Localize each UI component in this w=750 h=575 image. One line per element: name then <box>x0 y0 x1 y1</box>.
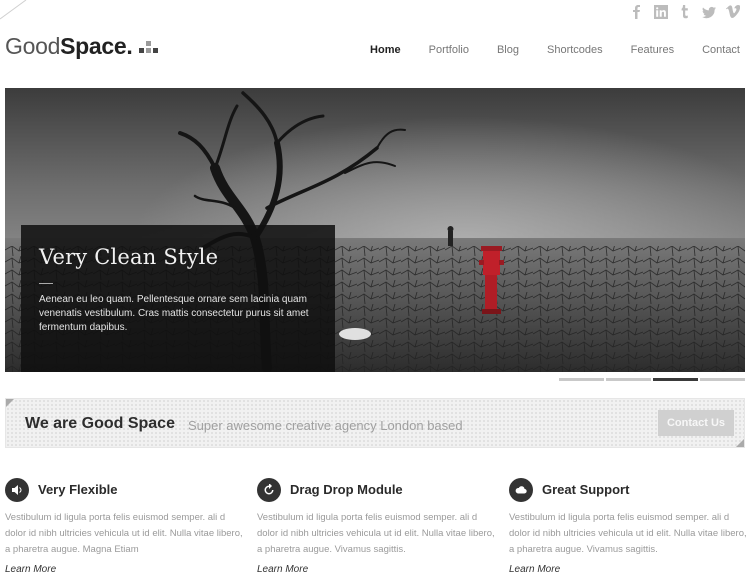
slider-dot-2[interactable] <box>606 378 651 381</box>
feature-title: Drag Drop Module <box>290 482 403 497</box>
banner-title: We are Good Space <box>25 415 175 432</box>
speaker-icon <box>5 477 29 502</box>
facebook-icon[interactable] <box>630 5 644 19</box>
logo[interactable]: Good Space. <box>5 33 159 60</box>
nav-item-shortcodes[interactable]: Shortcodes <box>533 44 617 56</box>
nav-item-portfolio[interactable]: Portfolio <box>415 44 483 56</box>
feature-title: Very Flexible <box>38 482 118 497</box>
slide-caption-text: Aenean eu leo quam. Pellentesque ornare … <box>39 294 309 333</box>
contact-us-button[interactable]: Contact Us <box>658 410 734 436</box>
features-section: Very Flexible Vestibulum id ligula porta… <box>5 477 747 575</box>
refresh-icon <box>257 477 281 502</box>
feature-title: Great Support <box>542 482 630 497</box>
feature-drag-drop-module: Drag Drop Module Vestibulum id ligula po… <box>257 477 509 575</box>
feature-text: Vestibulum id ligula porta felis euismod… <box>509 512 747 555</box>
learn-more-link[interactable]: Learn More <box>5 564 245 575</box>
slide-caption: Very Clean Style Aenean eu leo quam. Pel… <box>21 225 335 372</box>
slider-dot-1[interactable] <box>559 378 604 381</box>
feature-great-support: Great Support Vestibulum id ligula porta… <box>509 477 750 575</box>
slide-caption-title: Very Clean Style <box>39 245 219 269</box>
intro-banner: We are Good Space Super awesome creative… <box>5 398 745 448</box>
social-links <box>630 5 740 19</box>
feature-text: Vestibulum id ligula porta felis euismod… <box>5 512 243 555</box>
nav-item-home[interactable]: Home <box>356 44 415 56</box>
linkedin-icon[interactable] <box>654 5 668 19</box>
feature-very-flexible: Very Flexible Vestibulum id ligula porta… <box>5 477 257 575</box>
learn-more-link[interactable]: Learn More <box>509 564 749 575</box>
nav-item-contact[interactable]: Contact <box>688 44 740 56</box>
logo-squares-icon <box>139 40 159 53</box>
slider-pagination <box>559 378 745 381</box>
cloud-icon <box>509 477 533 502</box>
main-nav: Home Portfolio Blog Shortcodes Features … <box>356 44 740 56</box>
nav-item-features[interactable]: Features <box>617 44 688 56</box>
caption-divider <box>39 283 53 284</box>
logo-text-light: Good <box>5 33 61 59</box>
hero-slider[interactable]: Very Clean Style Aenean eu leo quam. Pel… <box>5 88 745 372</box>
slider-dot-3[interactable] <box>653 378 698 381</box>
tumblr-icon[interactable] <box>678 5 692 19</box>
nav-item-blog[interactable]: Blog <box>483 44 533 56</box>
slider-dot-4[interactable] <box>700 378 745 381</box>
banner-corner-decoration <box>6 399 14 407</box>
twitter-icon[interactable] <box>702 5 716 19</box>
logo-text-bold: Space. <box>60 33 133 59</box>
banner-subtitle: Super awesome creative agency London bas… <box>188 418 463 433</box>
feature-text: Vestibulum id ligula porta felis euismod… <box>257 512 495 555</box>
learn-more-link[interactable]: Learn More <box>257 564 497 575</box>
vimeo-icon[interactable] <box>726 5 740 19</box>
banner-corner-decoration <box>736 439 744 447</box>
decorative-corner-line <box>0 0 27 20</box>
